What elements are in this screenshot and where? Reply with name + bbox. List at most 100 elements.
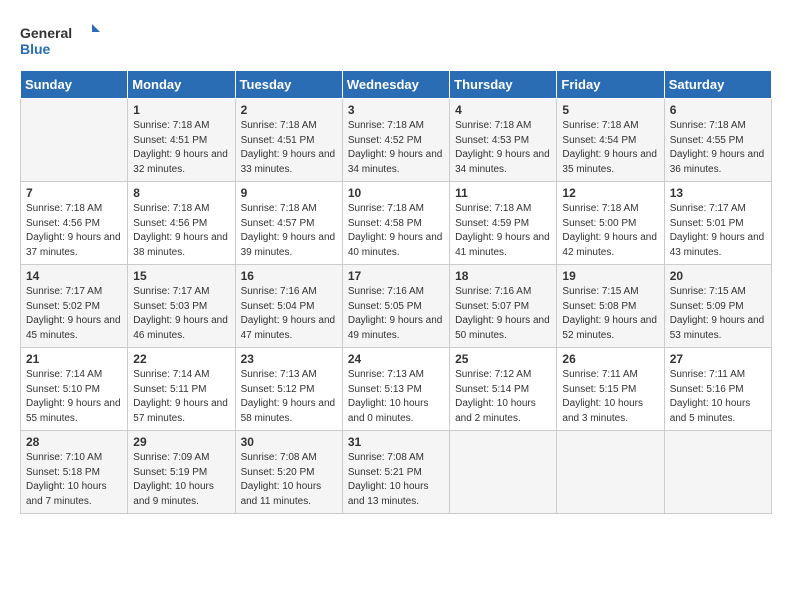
calendar-cell xyxy=(450,431,557,514)
day-number: 18 xyxy=(455,269,551,283)
calendar-cell: 15 Sunrise: 7:17 AMSunset: 5:03 PMDayligh… xyxy=(128,265,235,348)
calendar-cell: 1 Sunrise: 7:18 AMSunset: 4:51 PMDaylight… xyxy=(128,99,235,182)
calendar-header: Sunday Monday Tuesday Wednesday Thursday… xyxy=(21,71,772,99)
week-row-5: 28 Sunrise: 7:10 AMSunset: 5:18 PMDayligh… xyxy=(21,431,772,514)
calendar-cell: 16 Sunrise: 7:16 AMSunset: 5:04 PMDayligh… xyxy=(235,265,342,348)
day-number: 8 xyxy=(133,186,229,200)
cell-info: Sunrise: 7:18 AMSunset: 4:55 PMDaylight:… xyxy=(670,119,766,177)
cell-info: Sunrise: 7:18 AMSunset: 4:54 PMDaylight:… xyxy=(562,119,658,177)
cell-info: Sunrise: 7:18 AMSunset: 4:51 PMDaylight:… xyxy=(133,119,229,177)
day-number: 20 xyxy=(670,269,766,283)
calendar-cell: 23 Sunrise: 7:13 AMSunset: 5:12 PMDayligh… xyxy=(235,348,342,431)
cell-info: Sunrise: 7:12 AMSunset: 5:14 PMDaylight:… xyxy=(455,368,551,426)
day-number: 2 xyxy=(241,103,337,117)
week-row-4: 21 Sunrise: 7:14 AMSunset: 5:10 PMDayligh… xyxy=(21,348,772,431)
col-saturday: Saturday xyxy=(664,71,771,99)
logo: General Blue xyxy=(20,20,100,60)
day-number: 7 xyxy=(26,186,122,200)
svg-text:General: General xyxy=(20,25,72,41)
col-wednesday: Wednesday xyxy=(342,71,449,99)
cell-info: Sunrise: 7:16 AMSunset: 5:04 PMDaylight:… xyxy=(241,285,337,343)
calendar-cell: 28 Sunrise: 7:10 AMSunset: 5:18 PMDayligh… xyxy=(21,431,128,514)
cell-info: Sunrise: 7:13 AMSunset: 5:12 PMDaylight:… xyxy=(241,368,337,426)
calendar-cell xyxy=(557,431,664,514)
day-number: 21 xyxy=(26,352,122,366)
calendar-cell: 27Sunrise: 7:11 AMSunset: 5:16 PMDayligh… xyxy=(664,348,771,431)
col-sunday: Sunday xyxy=(21,71,128,99)
cell-info: Sunrise: 7:18 AMSunset: 4:52 PMDaylight:… xyxy=(348,119,444,177)
calendar-cell: 7Sunrise: 7:18 AMSunset: 4:56 PMDaylight… xyxy=(21,182,128,265)
cell-info: Sunrise: 7:08 AMSunset: 5:21 PMDaylight:… xyxy=(348,451,444,509)
calendar-cell: 17 Sunrise: 7:16 AMSunset: 5:05 PMDayligh… xyxy=(342,265,449,348)
day-number: 3 xyxy=(348,103,444,117)
day-number: 11 xyxy=(455,186,551,200)
cell-info: Sunrise: 7:14 AMSunset: 5:11 PMDaylight:… xyxy=(133,368,229,426)
calendar-cell: 11 Sunrise: 7:18 AMSunset: 4:59 PMDayligh… xyxy=(450,182,557,265)
cell-info: Sunrise: 7:16 AMSunset: 5:05 PMDaylight:… xyxy=(348,285,444,343)
cell-info: Sunrise: 7:17 AMSunset: 5:02 PMDaylight:… xyxy=(26,285,122,343)
col-tuesday: Tuesday xyxy=(235,71,342,99)
calendar-cell xyxy=(664,431,771,514)
cell-info: Sunrise: 7:11 AMSunset: 5:15 PMDaylight:… xyxy=(562,368,658,426)
calendar-body: 1 Sunrise: 7:18 AMSunset: 4:51 PMDaylight… xyxy=(21,99,772,514)
cell-info: Sunrise: 7:17 AMSunset: 5:03 PMDaylight:… xyxy=(133,285,229,343)
day-number: 14 xyxy=(26,269,122,283)
calendar-cell: 10 Sunrise: 7:18 AMSunset: 4:58 PMDayligh… xyxy=(342,182,449,265)
day-number: 15 xyxy=(133,269,229,283)
day-number: 19 xyxy=(562,269,658,283)
header-row: Sunday Monday Tuesday Wednesday Thursday… xyxy=(21,71,772,99)
calendar-cell: 12Sunrise: 7:18 AMSunset: 5:00 PMDayligh… xyxy=(557,182,664,265)
day-number: 30 xyxy=(241,435,337,449)
calendar-cell: 25 Sunrise: 7:12 AMSunset: 5:14 PMDayligh… xyxy=(450,348,557,431)
cell-info: Sunrise: 7:18 AMSunset: 4:58 PMDaylight:… xyxy=(348,202,444,260)
calendar-cell: 18 Sunrise: 7:16 AMSunset: 5:07 PMDayligh… xyxy=(450,265,557,348)
day-number: 12 xyxy=(562,186,658,200)
cell-info: Sunrise: 7:16 AMSunset: 5:07 PMDaylight:… xyxy=(455,285,551,343)
calendar-cell: 14 Sunrise: 7:17 AMSunset: 5:02 PMDayligh… xyxy=(21,265,128,348)
day-number: 29 xyxy=(133,435,229,449)
day-number: 24 xyxy=(348,352,444,366)
calendar-cell: 26 Sunrise: 7:11 AMSunset: 5:15 PMDayligh… xyxy=(557,348,664,431)
calendar-cell: 31 Sunrise: 7:08 AMSunset: 5:21 PMDayligh… xyxy=(342,431,449,514)
col-friday: Friday xyxy=(557,71,664,99)
cell-info: Sunrise: 7:18 AMSunset: 4:56 PMDaylight:… xyxy=(133,202,229,260)
calendar-cell xyxy=(21,99,128,182)
day-number: 17 xyxy=(348,269,444,283)
calendar-cell: 20Sunrise: 7:15 AMSunset: 5:09 PMDayligh… xyxy=(664,265,771,348)
day-number: 25 xyxy=(455,352,551,366)
calendar-cell: 19 Sunrise: 7:15 AMSunset: 5:08 PMDayligh… xyxy=(557,265,664,348)
day-number: 10 xyxy=(348,186,444,200)
cell-info: Sunrise: 7:10 AMSunset: 5:18 PMDaylight:… xyxy=(26,451,122,509)
cell-info: Sunrise: 7:18 AMSunset: 4:51 PMDaylight:… xyxy=(241,119,337,177)
week-row-2: 7 Sunrise: 7:18 AMSunset: 4:56 PMDaylight… xyxy=(21,182,772,265)
week-row-1: 1 Sunrise: 7:18 AMSunset: 4:51 PMDaylight… xyxy=(21,99,772,182)
cell-info: Sunrise: 7:11 AMSunset: 5:16 PMDaylight:… xyxy=(670,368,766,426)
calendar-cell: 29 Sunrise: 7:09 AMSunset: 5:19 PMDayligh… xyxy=(128,431,235,514)
week-row-3: 14 Sunrise: 7:17 AMSunset: 5:02 PMDayligh… xyxy=(21,265,772,348)
day-number: 22 xyxy=(133,352,229,366)
col-thursday: Thursday xyxy=(450,71,557,99)
cell-info: Sunrise: 7:09 AMSunset: 5:19 PMDaylight:… xyxy=(133,451,229,509)
day-number: 31 xyxy=(348,435,444,449)
calendar-cell: 5 Sunrise: 7:18 AMSunset: 4:54 PMDaylight… xyxy=(557,99,664,182)
cell-info: Sunrise: 7:13 AMSunset: 5:13 PMDaylight:… xyxy=(348,368,444,426)
logo-svg: General Blue xyxy=(20,20,100,60)
cell-info: Sunrise: 7:17 AMSunset: 5:01 PMDaylight:… xyxy=(670,202,766,260)
day-number: 13 xyxy=(670,186,766,200)
day-number: 26 xyxy=(562,352,658,366)
calendar-cell: 30Sunrise: 7:08 AMSunset: 5:20 PMDayligh… xyxy=(235,431,342,514)
cell-info: Sunrise: 7:18 AMSunset: 4:59 PMDaylight:… xyxy=(455,202,551,260)
day-number: 23 xyxy=(241,352,337,366)
svg-text:Blue: Blue xyxy=(20,41,51,57)
cell-info: Sunrise: 7:15 AMSunset: 5:08 PMDaylight:… xyxy=(562,285,658,343)
cell-info: Sunrise: 7:14 AMSunset: 5:10 PMDaylight:… xyxy=(26,368,122,426)
day-number: 28 xyxy=(26,435,122,449)
calendar-cell: 13 Sunrise: 7:17 AMSunset: 5:01 PMDayligh… xyxy=(664,182,771,265)
day-number: 5 xyxy=(562,103,658,117)
header: General Blue xyxy=(20,20,772,60)
day-number: 1 xyxy=(133,103,229,117)
calendar-cell: 2 Sunrise: 7:18 AMSunset: 4:51 PMDaylight… xyxy=(235,99,342,182)
calendar-table: Sunday Monday Tuesday Wednesday Thursday… xyxy=(20,70,772,514)
day-number: 16 xyxy=(241,269,337,283)
day-number: 6 xyxy=(670,103,766,117)
